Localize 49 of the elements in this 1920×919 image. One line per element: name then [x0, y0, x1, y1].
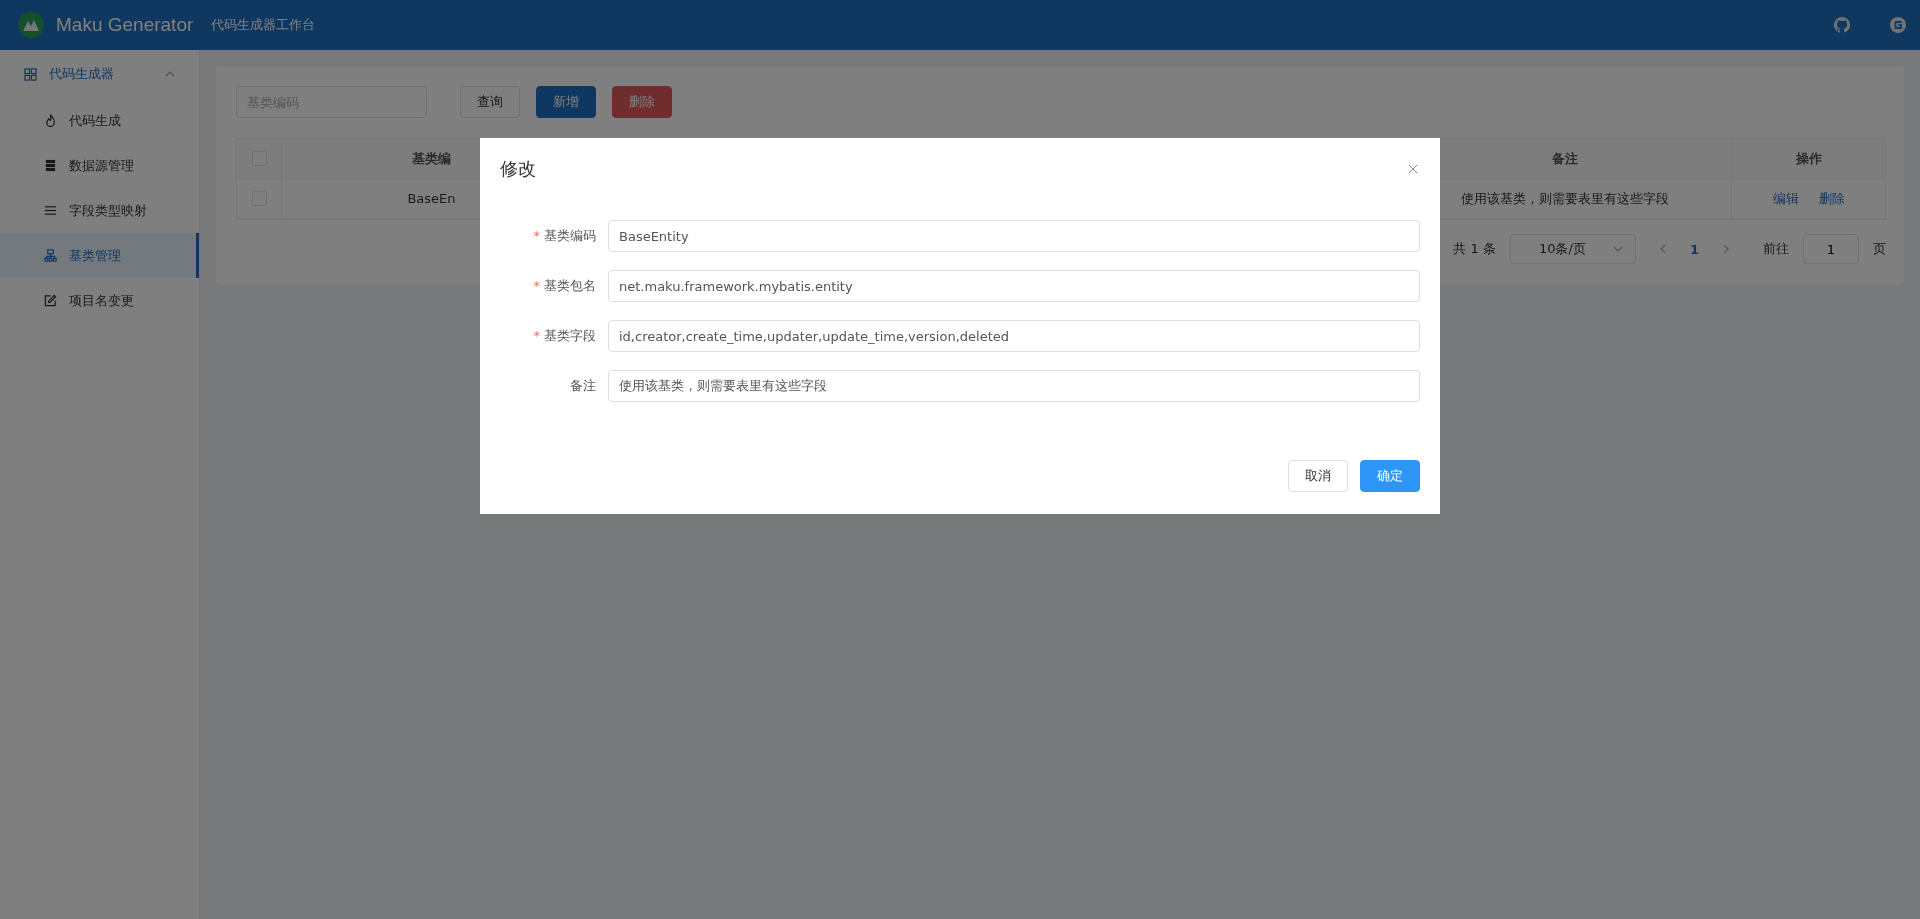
total-count: 共 1 条 — [1453, 240, 1496, 258]
text-field[interactable]: BaseEntity — [608, 220, 1420, 252]
g-logo-icon[interactable] — [1890, 17, 1906, 33]
text-field[interactable]: id,creator,create_time,updater,update_time,version,deleted — [608, 320, 1420, 352]
list-icon — [44, 204, 57, 217]
toolbar-button[interactable]: 新增 — [536, 86, 596, 118]
page-input[interactable]: 1 — [1803, 234, 1859, 264]
menu-item[interactable]: 数据源管理 — [0, 143, 199, 188]
github-icon[interactable] — [1834, 17, 1850, 33]
page-suffix: 页 — [1873, 240, 1886, 258]
field-label: 备注 — [569, 377, 597, 395]
toolbar-button[interactable]: 删除 — [612, 86, 672, 118]
action-link[interactable]: 删除 — [1818, 189, 1845, 208]
grid-icon — [24, 67, 37, 81]
flame-icon — [44, 114, 57, 127]
toolbar-button[interactable]: 查询 — [460, 86, 520, 118]
column-header: 备注 — [1552, 149, 1578, 168]
prev-page-icon[interactable] — [1659, 244, 1666, 254]
hierarchy-icon — [44, 249, 57, 262]
page-number[interactable]: 1 — [1689, 241, 1699, 257]
table-cell: 使用该基类，则需要表里有这些字段 — [1461, 189, 1669, 208]
dialog-button[interactable]: 确定 — [1360, 460, 1420, 492]
text-field[interactable]: 使用该基类，则需要表里有这些字段 — [608, 370, 1420, 402]
logo-icon — [18, 12, 44, 38]
chevron-icon — [165, 71, 175, 77]
menu-item[interactable]: 项目名变更 — [0, 278, 199, 323]
close-icon[interactable] — [1408, 164, 1418, 174]
goto-label: 前往 — [1763, 240, 1789, 258]
server-icon — [44, 159, 57, 172]
next-page-icon[interactable] — [1723, 244, 1729, 254]
field-label: * 基类包名 — [532, 277, 597, 295]
table-cell: BaseEn — [407, 191, 456, 206]
app-subtitle: 代码生成器工作台 — [211, 16, 316, 34]
menu-item[interactable]: 字段类型映射 — [0, 188, 199, 233]
app-title: Maku Generator — [56, 14, 194, 36]
field-label: * 基类字段 — [532, 327, 597, 345]
menu-item[interactable]: 基类管理 — [0, 233, 199, 278]
menu-item[interactable]: 代码生成 — [0, 98, 199, 143]
page-size-select[interactable]: 10条/页 — [1509, 234, 1636, 264]
column-header: 操作 — [1795, 149, 1822, 168]
edit-icon — [44, 294, 57, 307]
chevron-icon — [1612, 246, 1623, 252]
dialog-button[interactable]: 取消 — [1288, 460, 1348, 492]
text-field[interactable]: net.maku.framework.mybatis.entity — [608, 270, 1420, 302]
menu-group[interactable]: 代码生成器 — [0, 50, 199, 98]
action-link[interactable]: 编辑 — [1772, 189, 1799, 208]
dialog-title: 修改 — [500, 157, 536, 181]
column-header: 基类编 — [412, 149, 451, 168]
field-label: * 基类编码 — [532, 227, 597, 245]
